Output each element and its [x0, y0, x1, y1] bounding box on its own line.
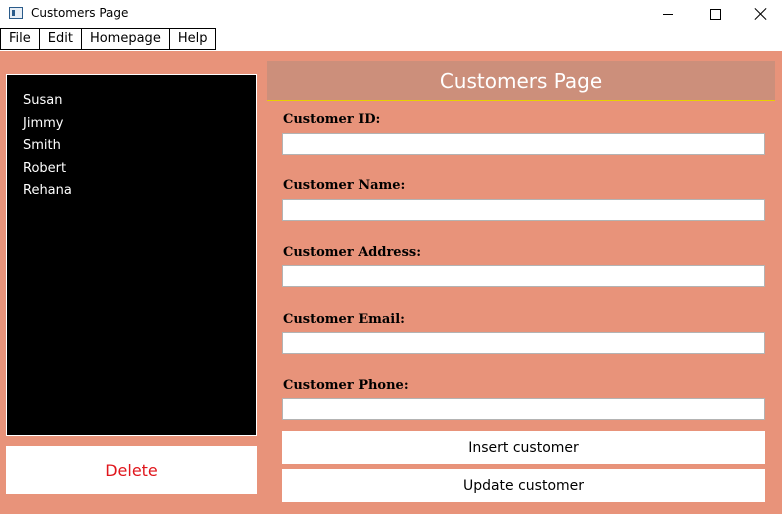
menu-edit[interactable]: Edit: [38, 28, 82, 50]
customer-id-label: Customer ID:: [283, 112, 381, 127]
menu-bar: File Edit Homepage Help: [0, 28, 217, 50]
title-bar: Customers Page: [0, 0, 782, 28]
close-icon: [755, 8, 767, 20]
update-customer-button[interactable]: Update customer: [282, 469, 765, 502]
customer-address-label: Customer Address:: [283, 245, 422, 260]
menu-help[interactable]: Help: [168, 28, 217, 50]
minimize-icon: [663, 13, 673, 15]
maximize-icon: [709, 8, 721, 20]
insert-customer-button[interactable]: Insert customer: [282, 431, 765, 464]
menu-homepage[interactable]: Homepage: [80, 28, 170, 50]
customer-list[interactable]: Susan Jimmy Smith Robert Rehana: [6, 74, 257, 436]
customer-name-label: Customer Name:: [283, 178, 406, 193]
customer-email-field[interactable]: [282, 332, 765, 354]
customer-list-item[interactable]: Robert: [23, 158, 256, 181]
app-window-icon: [9, 7, 23, 19]
page-title: Customers Page: [267, 61, 775, 101]
customer-name-field[interactable]: [282, 199, 765, 221]
minimize-button[interactable]: [645, 0, 691, 28]
customer-list-item[interactable]: Rehana: [23, 180, 256, 203]
menu-file[interactable]: File: [0, 28, 40, 50]
customer-id-field[interactable]: [282, 133, 765, 155]
customer-phone-field[interactable]: [282, 398, 765, 420]
customer-phone-label: Customer Phone:: [283, 378, 409, 393]
maximize-button[interactable]: [692, 0, 738, 28]
customer-list-item[interactable]: Jimmy: [23, 113, 256, 136]
close-button[interactable]: [738, 0, 782, 28]
customer-email-label: Customer Email:: [283, 312, 405, 327]
window-title: Customers Page: [31, 6, 129, 20]
main-content: Susan Jimmy Smith Robert Rehana Delete C…: [0, 51, 782, 514]
customer-list-item[interactable]: Susan: [23, 90, 256, 113]
customer-list-item[interactable]: Smith: [23, 135, 256, 158]
delete-button[interactable]: Delete: [6, 446, 257, 494]
customer-address-field[interactable]: [282, 265, 765, 287]
